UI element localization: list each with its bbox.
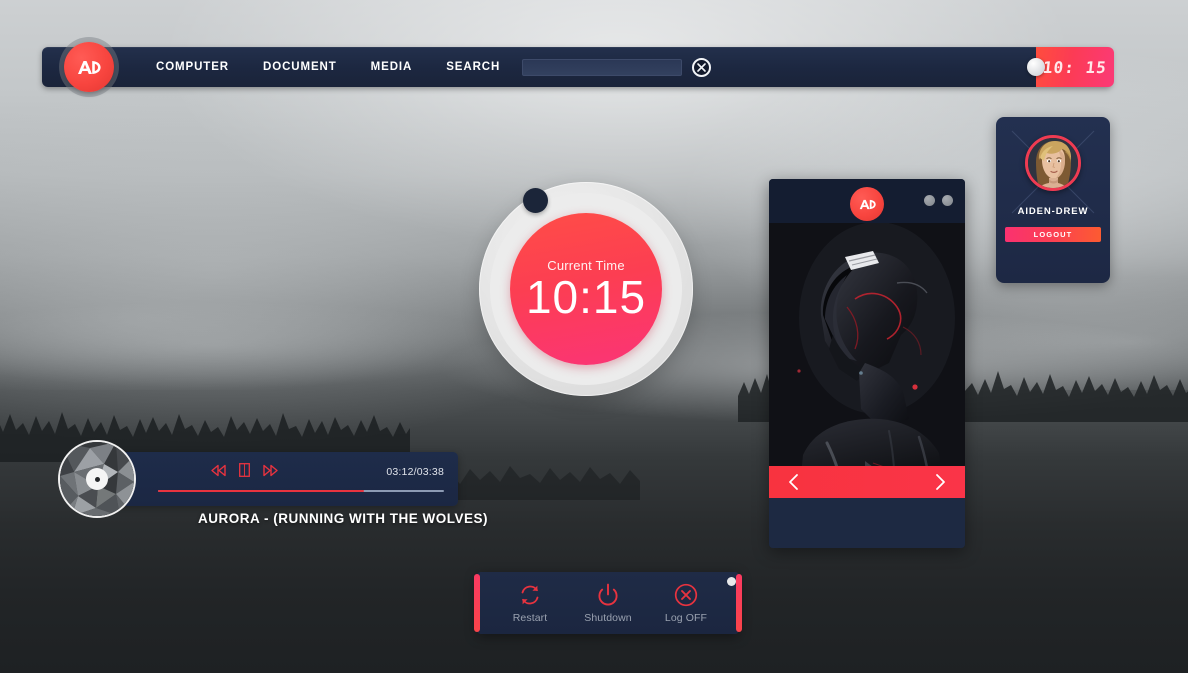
- ad-logo-icon: [78, 60, 101, 74]
- player-bar: 03:12/03:38: [110, 452, 458, 506]
- clock-marker-dot: [523, 188, 548, 213]
- progress-fill: [158, 490, 364, 492]
- cyborg-figure-art: [769, 223, 965, 498]
- power-item-logoff[interactable]: Log OFF: [649, 582, 723, 624]
- vinyl-spindle-hole: [94, 476, 100, 482]
- power-icon: [598, 583, 618, 606]
- next-button[interactable]: [934, 473, 947, 491]
- avatar[interactable]: [1025, 135, 1081, 191]
- user-panel: AIDEN-DREW LOGOUT: [996, 117, 1110, 283]
- nav-item-computer[interactable]: COMPUTER: [156, 61, 229, 73]
- close-x-glyph: [697, 62, 706, 72]
- minimize-dot-icon[interactable]: [924, 195, 935, 206]
- logoff-x-icon: [674, 583, 698, 607]
- nav-item-media[interactable]: MEDIA: [371, 61, 413, 73]
- ad-logo-icon: [859, 199, 876, 209]
- media-panel-logo[interactable]: [850, 187, 884, 221]
- media-panel-header: [769, 179, 965, 223]
- clock-widget-time: 10:15: [525, 271, 647, 323]
- window-controls: [924, 195, 953, 206]
- close-x-icon[interactable]: [692, 57, 712, 77]
- vinyl-label: [86, 468, 108, 490]
- rewind-button[interactable]: [210, 464, 227, 477]
- power-label-shutdown: Shutdown: [584, 612, 632, 624]
- restart-icon: [521, 585, 539, 605]
- power-item-shutdown[interactable]: Shutdown: [571, 582, 645, 624]
- power-menu: Restart Shutdown Log OFF: [474, 572, 742, 634]
- search-input[interactable]: [522, 58, 683, 76]
- pause-icon: [239, 463, 250, 477]
- rewind-icon: [211, 464, 226, 476]
- player-controls: [210, 463, 279, 477]
- nav-item-search[interactable]: SEARCH: [446, 61, 500, 73]
- nav-item-document[interactable]: DOCUMENT: [263, 61, 337, 73]
- media-nav-bar: [769, 466, 965, 498]
- taskbar-clock-text: 10: 15: [1042, 57, 1108, 77]
- nav-items: COMPUTER DOCUMENT MEDIA SEARCH: [156, 61, 500, 73]
- media-artwork: [769, 223, 965, 498]
- search-area: [522, 57, 712, 77]
- taskbar: COMPUTER DOCUMENT MEDIA SEARCH 10: 15: [38, 42, 1116, 92]
- power-label-restart: Restart: [512, 612, 548, 624]
- avatar-portrait: [1028, 138, 1078, 188]
- power-item-restart[interactable]: Restart: [493, 582, 567, 624]
- app-logo-button[interactable]: [64, 42, 114, 92]
- progress-bar[interactable]: [158, 490, 444, 492]
- song-title: AURORA - (RUNNING WITH THE WOLVES): [198, 511, 488, 526]
- music-player: 03:12/03:38 AURORA - (RUNNING WITH THE W…: [58, 435, 487, 530]
- pause-button[interactable]: [239, 463, 250, 477]
- logout-button-label: LOGOUT: [1033, 230, 1073, 239]
- logout-button[interactable]: LOGOUT: [1005, 227, 1101, 242]
- forward-button[interactable]: [262, 464, 279, 477]
- chevron-left-icon: [789, 474, 798, 490]
- power-label-logoff: Log OFF: [664, 612, 708, 624]
- vinyl-disc-icon[interactable]: [58, 440, 136, 518]
- fast-forward-icon: [263, 464, 278, 476]
- player-time-display: 03:12/03:38: [386, 466, 444, 478]
- user-name: AIDEN-DREW: [1017, 206, 1089, 217]
- media-panel: [769, 179, 965, 548]
- prev-button[interactable]: [787, 473, 800, 491]
- clock-face: Current Time 10:15: [510, 213, 662, 365]
- close-dot-icon[interactable]: [942, 195, 953, 206]
- taskbar-clock[interactable]: 10: 15: [1027, 47, 1114, 87]
- media-panel-footer: [769, 498, 965, 548]
- chevron-right-icon: [936, 474, 945, 490]
- clock-widget: Current Time 10:15: [479, 182, 693, 396]
- power-menu-knob: [727, 577, 736, 586]
